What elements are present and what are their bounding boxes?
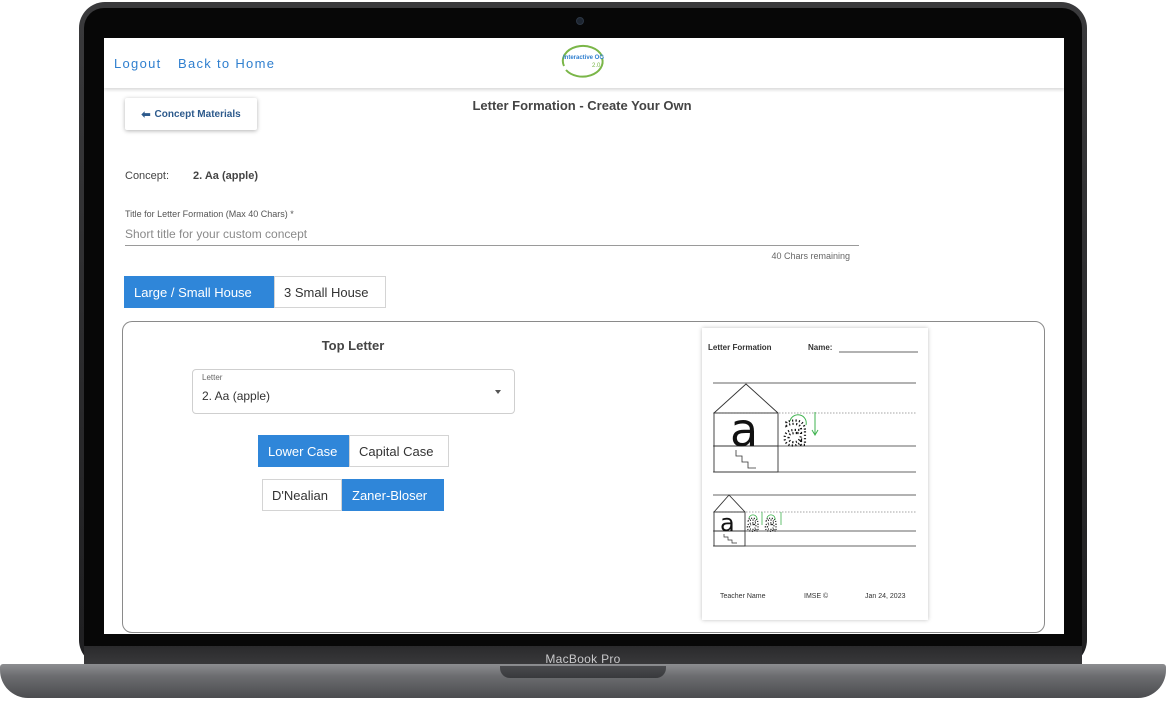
camera-icon (576, 17, 584, 25)
back-to-home-link[interactable]: Back to Home (178, 56, 275, 71)
app-screen: Logout Back to Home Interactive OG 2.0 ⬅… (104, 38, 1064, 634)
svg-text:a: a (720, 509, 735, 537)
top-letter-heading: Top Letter (321, 338, 385, 353)
letter-select-label: Letter (202, 373, 223, 382)
zaner-bloser-button[interactable]: Zaner-Bloser (342, 479, 444, 511)
large-small-house-button[interactable]: Large / Small House (124, 276, 274, 308)
house-type-toggle: Large / Small House 3 Small House (124, 276, 386, 308)
title-input[interactable] (125, 222, 859, 246)
concept-materials-label: Concept Materials (154, 108, 241, 120)
worksheet-date: Jan 24, 2023 (865, 593, 906, 600)
three-small-house-button[interactable]: 3 Small House (274, 276, 386, 308)
concept-materials-button[interactable]: ⬅ Concept Materials (125, 98, 257, 130)
concept-label: Concept: (125, 170, 170, 182)
worksheet-teacher: Teacher Name (720, 593, 766, 600)
logo-version: 2.0 (592, 63, 601, 69)
laptop-notch (500, 666, 666, 678)
concept-value: 2. Aa (apple) (193, 170, 258, 182)
case-toggle: Lower Case Capital Case (258, 435, 449, 467)
arrow-left-icon: ⬅ (141, 108, 151, 121)
logo-text: Interactive OG (563, 55, 605, 61)
dnealian-button[interactable]: D'Nealian (262, 479, 342, 511)
script-style-toggle: D'Nealian Zaner-Bloser (262, 479, 444, 511)
page-title: Letter Formation - Create Your Own (472, 98, 692, 113)
logo-icon (561, 44, 604, 78)
capital-case-button[interactable]: Capital Case (349, 435, 449, 467)
sample-letter: a (730, 403, 758, 457)
top-bar: Logout Back to Home Interactive OG 2.0 (104, 38, 1064, 88)
title-field-label: Title for Letter Formation (Max 40 Chars… (125, 209, 294, 219)
trace-letter: a (782, 405, 809, 456)
letter-select[interactable]: Letter 2. Aa (apple) (192, 369, 515, 414)
lower-case-button[interactable]: Lower Case (258, 435, 349, 467)
logout-link[interactable]: Logout (114, 56, 162, 71)
chars-remaining: 40 Chars remaining (771, 251, 850, 261)
worksheet-drawing: a a a a a (713, 351, 918, 547)
worksheet-brand: IMSE © (804, 593, 829, 600)
worksheet-preview: Letter Formation Name: a a a a a Teacher… (702, 328, 928, 620)
letter-select-value: 2. Aa (apple) (202, 389, 271, 403)
caret-down-icon (495, 390, 501, 394)
